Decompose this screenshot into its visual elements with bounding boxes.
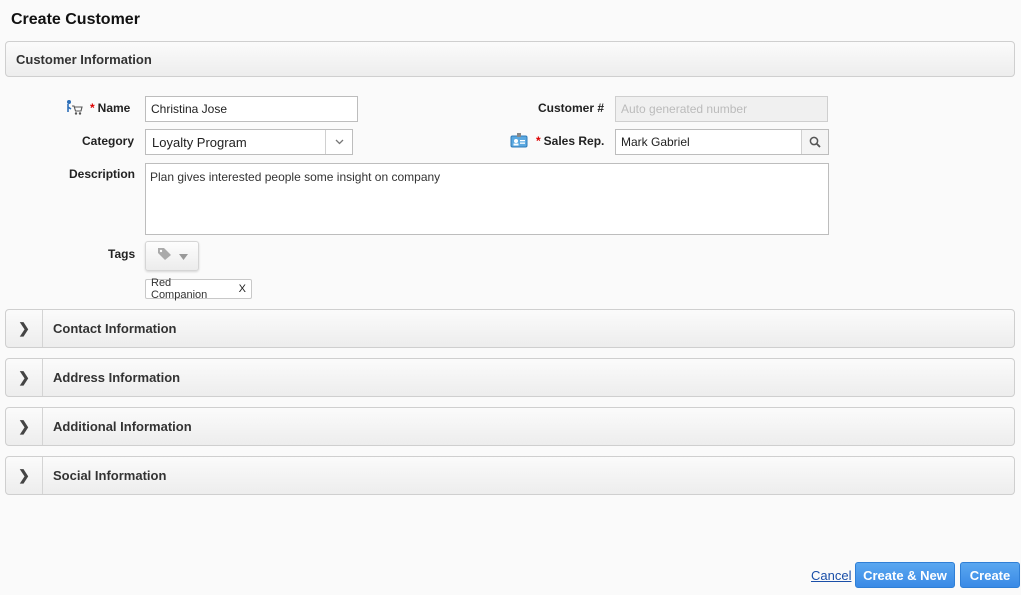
tag-icon [157, 247, 173, 266]
customer-number-field: Auto generated number [615, 96, 828, 122]
required-marker: * [536, 134, 541, 148]
sales-rep-field[interactable]: Mark Gabriel [615, 129, 829, 155]
section-contact-information[interactable]: ❯ Contact Information [5, 309, 1015, 348]
id-card-icon [510, 132, 528, 149]
name-label: * Name [90, 101, 130, 115]
section-title: Additional Information [53, 419, 192, 434]
sales-rep-value: Mark Gabriel [621, 135, 690, 149]
section-title: Customer Information [16, 52, 152, 67]
name-field[interactable]: Christina Jose [145, 96, 358, 122]
name-value: Christina Jose [151, 102, 228, 116]
category-label: Category [82, 134, 135, 148]
category-value: Loyalty Program [152, 134, 247, 150]
cancel-link[interactable]: Cancel [811, 568, 851, 583]
customer-number-placeholder: Auto generated number [621, 102, 748, 116]
section-title: Address Information [53, 370, 181, 385]
section-customer-information: Customer Information [5, 41, 1015, 77]
chevron-right-icon[interactable]: ❯ [6, 310, 43, 347]
sales-rep-label: * Sales Rep. [536, 134, 604, 148]
tag-chip: Red Companion X [145, 277, 252, 301]
section-address-information[interactable]: ❯ Address Information [5, 358, 1015, 397]
caret-down-icon [178, 247, 188, 265]
tag-remove-button[interactable]: X [239, 283, 246, 295]
section-title: Contact Information [53, 321, 177, 336]
page-title: Create Customer [11, 11, 140, 28]
section-additional-information[interactable]: ❯ Additional Information [5, 407, 1015, 446]
chevron-right-icon[interactable]: ❯ [6, 408, 43, 445]
name-label-text: Name [97, 101, 131, 115]
create-and-new-button[interactable]: Create & New [855, 562, 955, 588]
chevron-right-icon[interactable]: ❯ [6, 359, 43, 396]
create-button[interactable]: Create [960, 562, 1020, 588]
customer-number-label: Customer # [538, 101, 605, 115]
description-textarea[interactable]: Plan gives interested people some insigh… [145, 163, 829, 235]
section-title: Social Information [53, 468, 167, 483]
tags-label: Tags [108, 247, 136, 261]
tags-dropdown-button[interactable] [145, 241, 199, 271]
search-icon[interactable] [801, 130, 828, 154]
required-marker: * [90, 101, 95, 115]
customer-cart-icon [65, 99, 83, 116]
section-social-information[interactable]: ❯ Social Information [5, 456, 1015, 495]
sales-rep-label-text: Sales Rep. [543, 134, 605, 148]
chevron-right-icon[interactable]: ❯ [6, 457, 43, 494]
category-select[interactable]: Loyalty Program [145, 129, 353, 155]
tag-chip-label: Red Companion [151, 277, 208, 301]
description-label: Description [69, 167, 136, 181]
chevron-down-icon[interactable] [325, 130, 352, 154]
